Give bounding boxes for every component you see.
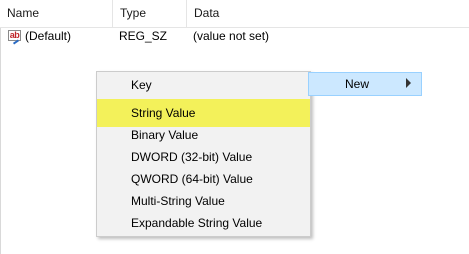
menu-item-label: Binary Value (131, 128, 199, 142)
value-name: (Default) (25, 29, 72, 43)
column-header-data[interactable]: Data (187, 0, 469, 27)
menu-item-new-label: New (345, 77, 370, 91)
menu-item-multi-string-value[interactable]: Multi-String Value (97, 190, 310, 212)
menu-item-expandable-string-value[interactable]: Expandable String Value (97, 212, 310, 234)
menu-item-label: Expandable String Value (131, 216, 263, 230)
menu-item-label: QWORD (64-bit) Value (131, 172, 253, 186)
value-data: (value not set) (193, 29, 270, 43)
chevron-right-icon (406, 78, 411, 88)
column-header-name[interactable]: Name (0, 0, 112, 27)
menu-item-new[interactable]: New (308, 72, 422, 96)
menu-item-binary-value[interactable]: Binary Value (97, 124, 310, 146)
menu-item-dword-value[interactable]: DWORD (32-bit) Value (97, 146, 310, 168)
column-header: Name Type Data (0, 0, 469, 28)
value-type: REG_SZ (119, 29, 168, 43)
menu-item-label: String Value (131, 106, 196, 120)
context-menu: Key String Value Binary Value DWORD (32-… (96, 71, 311, 237)
registry-value-row[interactable]: ab (Default) REG_SZ (value not set) (2, 27, 469, 45)
string-value-icon: ab (8, 30, 21, 41)
menu-item-label: DWORD (32-bit) Value (131, 150, 253, 164)
column-header-type[interactable]: Type (113, 0, 186, 27)
menu-item-label: Multi-String Value (131, 194, 225, 208)
menu-item-key[interactable]: Key (97, 74, 310, 96)
menu-item-string-value[interactable]: String Value (97, 99, 310, 127)
menu-item-key-label: Key (131, 78, 152, 92)
pane-left-border (0, 0, 1, 254)
menu-item-qword-value[interactable]: QWORD (64-bit) Value (97, 168, 310, 190)
